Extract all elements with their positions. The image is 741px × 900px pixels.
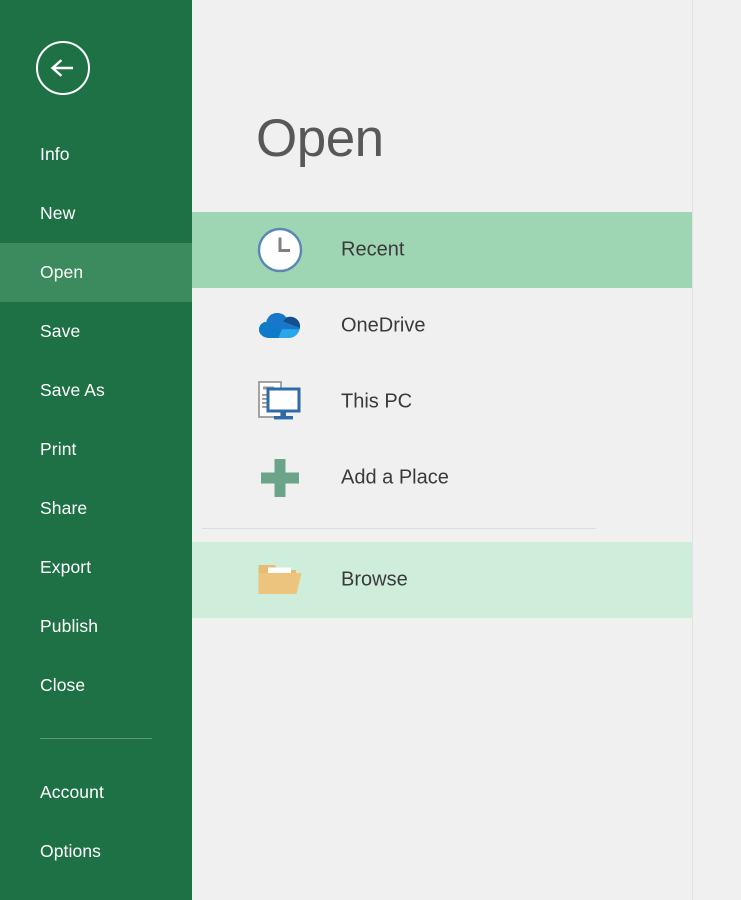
page-title: Open [256,109,384,168]
sidebar-item-label: Open [40,262,84,282]
open-places-list: Recent OneDrive This PC Add a Place Brow… [192,212,692,618]
place-label: Recent [341,238,405,261]
back-arrow-icon[interactable] [36,41,90,95]
open-folder-icon [256,556,304,604]
place-label: This PC [341,390,413,413]
sidebar-item-label: Account [40,782,104,802]
sidebar-item-account[interactable]: Account [0,763,192,822]
place-label: Add a Place [341,466,449,489]
sidebar-item-label: Print [40,439,77,459]
sidebar-divider [0,715,192,763]
place-row-add-a-place[interactable]: Add a Place [192,440,692,516]
sidebar-item-print[interactable]: Print [0,420,192,479]
place-row-recent[interactable]: Recent [192,212,692,288]
clock-icon [256,226,304,274]
sidebar-item-label: Info [40,144,70,164]
sidebar-item-share[interactable]: Share [0,479,192,538]
excel-backstage-open-screen: Info New Open Save Save As Print Share Export Pu… [0,0,741,900]
place-row-onedrive[interactable]: OneDrive [192,288,692,364]
place-row-this-pc[interactable]: This PC [192,364,692,440]
sidebar-item-label: Save [40,321,81,341]
place-row-browse[interactable]: Browse [192,542,692,618]
backstage-sidebar: Info New Open Save Save As Print Share Export Pu… [0,0,192,900]
open-main-panel: Open Recent OneDrive This PC Add a Place… [192,0,741,900]
sidebar-item-options[interactable]: Options [0,822,192,881]
panel-right-divider [692,0,693,900]
sidebar-item-label: Share [40,498,88,518]
sidebar-item-info[interactable]: Info [0,125,192,184]
sidebar-item-label: Close [40,675,86,695]
sidebar-item-open[interactable]: Open [0,243,192,302]
sidebar-item-label: Publish [40,616,99,636]
sidebar-item-label: New [40,203,76,223]
onedrive-cloud-icon [256,302,304,350]
place-label: OneDrive [341,314,426,337]
sidebar-item-label: Export [40,557,92,577]
sidebar-item-save-as[interactable]: Save As [0,361,192,420]
plus-icon [256,454,304,502]
sidebar-item-label: Save As [40,380,105,400]
places-divider [192,516,692,542]
sidebar-item-new[interactable]: New [0,184,192,243]
sidebar-item-export[interactable]: Export [0,538,192,597]
computer-monitor-icon [256,378,304,426]
backstage-nav-list: Info New Open Save Save As Print Share Export Pu… [0,125,192,881]
sidebar-item-save[interactable]: Save [0,302,192,361]
sidebar-item-label: Options [40,841,102,861]
sidebar-item-publish[interactable]: Publish [0,597,192,656]
place-label: Browse [341,568,408,591]
sidebar-item-close[interactable]: Close [0,656,192,715]
